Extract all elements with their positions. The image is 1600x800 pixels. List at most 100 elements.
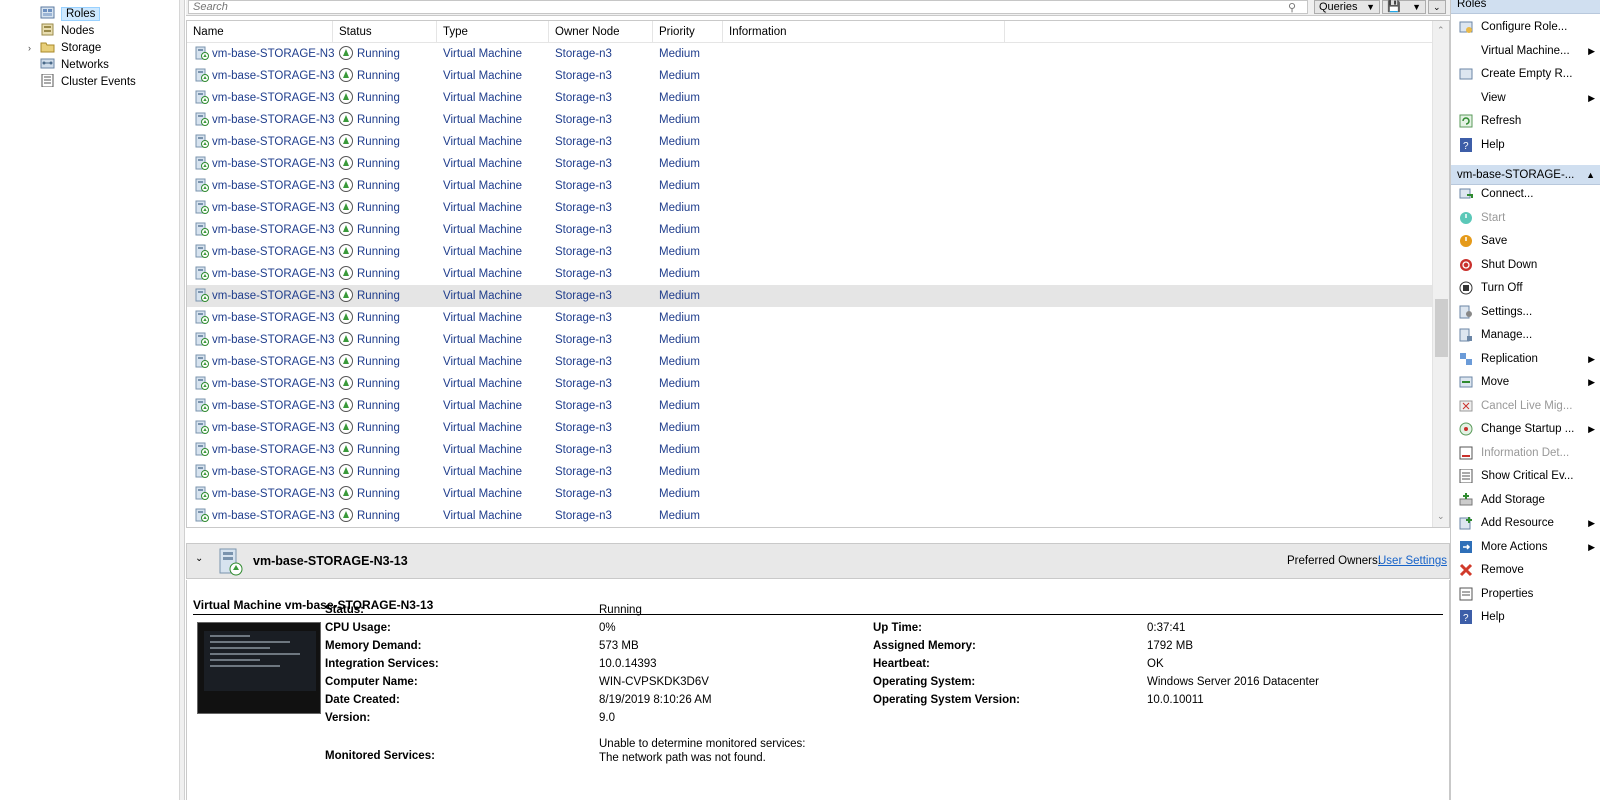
action-label: Help — [1481, 611, 1505, 623]
action-help[interactable]: ? Help — [1451, 134, 1600, 156]
search-icon[interactable]: ⚲ — [1288, 1, 1296, 14]
action-cancel-migration[interactable]: Cancel Live Mig... — [1451, 395, 1600, 417]
action-shutdown[interactable]: Shut Down — [1451, 254, 1600, 276]
action-create-empty-role[interactable]: Create Empty R... — [1451, 63, 1600, 85]
table-row[interactable]: vm-base-STORAGE-N3-6 Running Virtual Machi… — [187, 131, 1433, 153]
action-help[interactable]: ? Help — [1451, 606, 1600, 628]
tree-item-networks[interactable]: Networks — [40, 57, 109, 73]
row-status: Running — [357, 70, 400, 82]
row-name: vm-base-STORAGE-N3-5 — [212, 114, 335, 126]
tree-item-roles[interactable]: Roles — [40, 6, 101, 22]
actions-header-vm[interactable]: vm-base-STORAGE-... ▲ — [1451, 165, 1600, 185]
action-configure-role[interactable]: Configure Role... — [1451, 16, 1600, 38]
table-row[interactable]: vm-base-STORAGE-N3-... Running Virtual Mac… — [187, 461, 1433, 483]
vm-icon — [195, 376, 209, 390]
search-input[interactable] — [188, 0, 1308, 14]
action-refresh[interactable]: Refresh — [1451, 110, 1600, 132]
row-name: vm-base-STORAGE-N3-... — [212, 422, 335, 434]
action-change-startup[interactable]: Change Startup ... ▶ — [1451, 418, 1600, 440]
tree-item-cluster-events[interactable]: Cluster Events — [40, 73, 136, 90]
row-name: vm-base-STORAGE-N3-2 — [212, 48, 335, 60]
column-header-status[interactable]: Status — [333, 21, 437, 43]
column-header-priority[interactable]: Priority — [653, 21, 723, 43]
table-row[interactable]: vm-base-STORAGE-N3-3 Running Virtual Machi… — [187, 65, 1433, 87]
table-row[interactable]: vm-base-STORAGE-N3-... Running Virtual Mac… — [187, 219, 1433, 241]
row-status: Running — [357, 422, 400, 434]
column-header-type[interactable]: Type — [437, 21, 549, 43]
collapse-button[interactable]: ⌄ — [1428, 0, 1446, 14]
action-start[interactable]: Start — [1451, 207, 1600, 229]
collapse-details-icon[interactable]: ⌄ — [195, 553, 203, 564]
property-key: Heartbeat: — [873, 658, 930, 670]
row-status: Running — [357, 158, 400, 170]
monitored-services-key: Monitored Services: — [325, 750, 435, 762]
scroll-up-icon[interactable]: ⌃ — [1437, 25, 1445, 36]
table-row[interactable]: vm-base-STORAGE-N3-... Running Virtual Mac… — [187, 505, 1433, 527]
scrollbar-thumb[interactable] — [1435, 299, 1448, 357]
table-row[interactable]: vm-base-STORAGE-N3-... Running Virtual Mac… — [187, 483, 1433, 505]
row-priority: Medium — [659, 422, 700, 434]
table-row[interactable]: vm-base-STORAGE-N3-... Running Virtual Mac… — [187, 307, 1433, 329]
table-row[interactable]: vm-base-STORAGE-N3-... Running Virtual Mac… — [187, 373, 1433, 395]
expand-arrow-icon[interactable]: › — [28, 43, 31, 53]
table-row[interactable]: vm-base-STORAGE-N3-... Running Virtual Mac… — [187, 241, 1433, 263]
action-label: Turn Off — [1481, 282, 1523, 294]
column-header-information[interactable]: Information — [723, 21, 1005, 43]
table-row[interactable]: vm-base-STORAGE-N3-2 Running Virtual Machi… — [187, 43, 1433, 65]
table-row[interactable]: vm-base-STORAGE-N3-... Running Virtual Mac… — [187, 329, 1433, 351]
running-status-icon — [339, 464, 353, 478]
actions-header-roles[interactable]: Roles — [1451, 0, 1600, 14]
submenu-arrow-icon: ▶ — [1588, 541, 1595, 552]
vm-icon — [195, 420, 209, 434]
property-key: Computer Name: — [325, 676, 418, 688]
property-value: 0% — [599, 622, 616, 634]
row-owner-node: Storage-n3 — [555, 510, 612, 522]
table-row[interactable]: vm-base-STORAGE-N3-7 Running Virtual Machi… — [187, 153, 1433, 175]
vertical-scrollbar[interactable]: ⌃ ⌄ — [1432, 21, 1449, 527]
action-connect[interactable]: Connect... — [1451, 183, 1600, 205]
action-manage[interactable]: Manage... — [1451, 324, 1600, 346]
action-move[interactable]: Move ▶ — [1451, 371, 1600, 393]
action-more-actions[interactable]: More Actions ▶ — [1451, 536, 1600, 558]
tree-item-nodes[interactable]: Nodes — [40, 23, 94, 39]
nodes-icon — [40, 23, 55, 36]
action-save-vm[interactable]: Save — [1451, 230, 1600, 252]
vm-icon — [195, 244, 209, 258]
table-row[interactable]: vm-base-STORAGE-N3-9 Running Virtual Machi… — [187, 197, 1433, 219]
tree-item-label: Roles — [61, 7, 101, 21]
action-add-storage[interactable]: Add Storage — [1451, 489, 1600, 511]
action-replication[interactable]: Replication ▶ — [1451, 348, 1600, 370]
scroll-down-icon[interactable]: ⌄ — [1437, 511, 1445, 522]
row-name: vm-base-STORAGE-N3-... — [212, 356, 335, 368]
table-row[interactable]: vm-base-STORAGE-N3-... Running Virtual Mac… — [187, 417, 1433, 439]
table-row[interactable]: vm-base-STORAGE-N3-4 Running Virtual Machi… — [187, 87, 1433, 109]
action-item-1[interactable]: Virtual Machine... ▶ — [1451, 40, 1600, 62]
column-header-owner-node[interactable]: Owner Node — [549, 21, 653, 43]
column-header-name[interactable]: Name — [187, 21, 333, 43]
table-row[interactable]: vm-base-STORAGE-N3-5 Running Virtual Machi… — [187, 109, 1433, 131]
vm-console-thumbnail[interactable] — [197, 622, 321, 714]
table-row[interactable]: vm-base-STORAGE-N3-... Running Virtual Mac… — [187, 285, 1433, 307]
action-turn-off[interactable]: Turn Off — [1451, 277, 1600, 299]
action-properties[interactable]: Properties — [1451, 583, 1600, 605]
row-status: Running — [357, 290, 400, 302]
action-label: Virtual Machine... — [1481, 44, 1570, 57]
action-critical-events[interactable]: Show Critical Ev... — [1451, 465, 1600, 487]
queries-button[interactable]: Queries ▼ — [1314, 0, 1380, 14]
action-remove[interactable]: Remove — [1451, 559, 1600, 581]
action-item-3[interactable]: View ▶ — [1451, 87, 1600, 109]
pane-splitter[interactable] — [180, 0, 185, 800]
action-add-resource[interactable]: Add Resource ▶ — [1451, 512, 1600, 534]
table-row[interactable]: vm-base-STORAGE-N3-8 Running Virtual Machi… — [187, 175, 1433, 197]
row-name: vm-base-STORAGE-N3-... — [212, 246, 335, 258]
table-row[interactable]: vm-base-STORAGE-N3-... Running Virtual Mac… — [187, 351, 1433, 373]
save-query-button[interactable]: 💾 ▼ — [1382, 0, 1426, 14]
action-settings[interactable]: Settings... — [1451, 301, 1600, 323]
tree-item-storage[interactable]: Storage — [40, 40, 101, 56]
grid-rows: vm-base-STORAGE-N3-2 Running Virtual Machi… — [187, 43, 1433, 527]
action-information-details[interactable]: Information Det... — [1451, 442, 1600, 464]
table-row[interactable]: vm-base-STORAGE-N3-... Running Virtual Mac… — [187, 263, 1433, 285]
table-row[interactable]: vm-base-STORAGE-N3-... Running Virtual Mac… — [187, 395, 1433, 417]
table-row[interactable]: vm-base-STORAGE-N3-... Running Virtual Mac… — [187, 439, 1433, 461]
user-settings-link[interactable]: User Settings — [1378, 555, 1447, 567]
